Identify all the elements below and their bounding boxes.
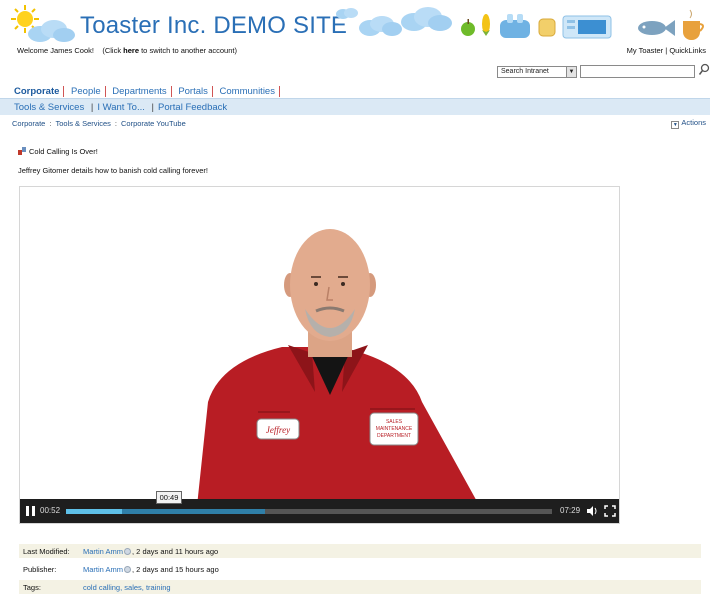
- name-badge-left-text: Jeffrey: [266, 425, 290, 435]
- publisher-value: Martin Amm , 2 days and 15 hours ago: [83, 565, 219, 574]
- switch-account-text-open: (Click: [102, 46, 124, 55]
- breadcrumb-item-corporate-youtube[interactable]: Corporate YouTube: [121, 119, 186, 128]
- switch-account-link[interactable]: here: [123, 46, 139, 55]
- search-icon[interactable]: [698, 63, 710, 77]
- chevron-down-icon: ▼: [671, 121, 680, 129]
- chevron-down-icon[interactable]: ▼: [566, 67, 576, 77]
- video-progress-track[interactable]: 00:49: [66, 491, 552, 514]
- subnav-separator: |: [90, 102, 94, 113]
- quicklinks-link[interactable]: QuickLinks: [669, 46, 706, 55]
- tab-communities[interactable]: Communities: [219, 86, 280, 97]
- meta-row-publisher: Publisher: Martin Amm , 2 days and 15 hou…: [19, 562, 701, 576]
- breadcrumb-separator: :: [114, 119, 117, 128]
- header-icon-row: [458, 8, 708, 44]
- appliance-icon: [562, 15, 612, 39]
- breadcrumb: Corporate: Tools & Services: Corporate You…: [12, 119, 186, 128]
- volume-icon[interactable]: [586, 505, 598, 517]
- fullscreen-icon[interactable]: [604, 505, 616, 517]
- search-scope-dropdown[interactable]: Search Intranet ▼: [497, 66, 577, 78]
- subnav-portal-feedback[interactable]: Portal Feedback: [158, 102, 227, 113]
- last-modified-user-link[interactable]: Martin Amm: [83, 547, 123, 556]
- last-modified-value: Martin Amm , 2 days and 11 hours ago: [83, 547, 218, 556]
- tags-label: Tags:: [23, 583, 41, 592]
- video-duration: 07:29: [560, 506, 581, 515]
- presence-icon: [124, 548, 132, 555]
- tags-value[interactable]: cold calling, sales, training: [83, 583, 171, 592]
- content-title-text: Cold Calling Is Over!: [29, 147, 98, 156]
- last-modified-when: , 2 days and 11 hours ago: [132, 547, 219, 556]
- subnav-tools-services[interactable]: Tools & Services: [14, 102, 84, 113]
- presence-icon: [124, 566, 132, 573]
- tab-corporate[interactable]: Corporate: [14, 86, 65, 97]
- video-person-shirt: [195, 347, 489, 523]
- site-header: Toaster Inc. DEMO SITE Welcome James Coo…: [0, 0, 710, 60]
- actions-label: Actions: [681, 118, 706, 127]
- site-title[interactable]: Toaster Inc. DEMO SITE: [80, 12, 347, 40]
- tab-portals[interactable]: Portals: [178, 86, 213, 97]
- top-links: My Toaster | QuickLinks: [627, 46, 706, 55]
- name-badge-right-line-1: SALES: [386, 419, 403, 425]
- corn-icon: [482, 14, 490, 36]
- search-scope-value: Search Intranet: [501, 68, 549, 75]
- breadcrumb-item-tools-services[interactable]: Tools & Services: [55, 119, 110, 128]
- cloud-icon: [401, 7, 452, 31]
- cloud-icon: [359, 16, 402, 36]
- last-modified-label: Last Modified:: [23, 547, 70, 556]
- my-toaster-link[interactable]: My Toaster: [627, 46, 664, 55]
- sub-navigation: Tools & Services | I Want To... | Portal F…: [0, 98, 710, 115]
- welcome-message: Welcome James Cook! (Click here to switc…: [17, 46, 237, 55]
- publisher-user-link[interactable]: Martin Amm: [83, 565, 123, 574]
- name-badge-right-line-3: DEPARTMENT: [377, 433, 411, 439]
- breadcrumb-separator: :: [49, 119, 52, 128]
- video-person-head: [290, 229, 370, 341]
- meta-row-last-modified: Last Modified: Martin Amm , 2 days and 11…: [19, 544, 701, 558]
- publisher-label: Publisher:: [23, 565, 57, 574]
- content-title: Cold Calling Is Over!: [18, 147, 98, 156]
- subnav-i-want-to[interactable]: I Want To...: [97, 102, 145, 113]
- search-input[interactable]: [580, 65, 695, 78]
- cloud-icon: [28, 20, 75, 42]
- global-navigation: Corporate People Departments Portals Com…: [14, 86, 284, 98]
- pause-icon[interactable]: [26, 506, 35, 516]
- video-player[interactable]: Jeffrey SALES MAINTENANCE DEPARTMENT 00:…: [19, 186, 620, 524]
- tab-departments[interactable]: Departments: [112, 86, 172, 97]
- subnav-separator: |: [151, 102, 154, 113]
- cloud-icon: [336, 8, 358, 19]
- fish-icon: [638, 20, 675, 36]
- actions-menu[interactable]: ▼ Actions: [671, 118, 706, 129]
- switch-account-text-rest: to switch to another account): [139, 46, 237, 55]
- coffee-cup-icon: [683, 9, 704, 40]
- tab-people[interactable]: People: [71, 86, 106, 97]
- video-frame: Jeffrey SALES MAINTENANCE DEPARTMENT: [195, 229, 489, 523]
- name-badge-right-line-2: MAINTENANCE: [376, 426, 413, 432]
- welcome-text: Welcome James Cook!: [17, 46, 94, 55]
- video-controls-bar: 00:52 00:49 07:29: [20, 491, 619, 523]
- video-current-time: 00:52: [40, 506, 61, 515]
- content-description: Jeffrey Gitomer details how to banish co…: [18, 166, 208, 175]
- toaster-icon: [500, 14, 530, 38]
- toast-icon: [538, 18, 556, 37]
- video-item-icon: [18, 147, 26, 155]
- video-played-fill: [66, 509, 122, 514]
- publisher-when: , 2 days and 15 hours ago: [132, 565, 219, 574]
- video-hover-time-tooltip: 00:49: [156, 491, 182, 504]
- meta-row-tags: Tags: cold calling, sales, training: [19, 580, 701, 594]
- apple-icon: [461, 19, 475, 36]
- breadcrumb-item-corporate[interactable]: Corporate: [12, 119, 45, 128]
